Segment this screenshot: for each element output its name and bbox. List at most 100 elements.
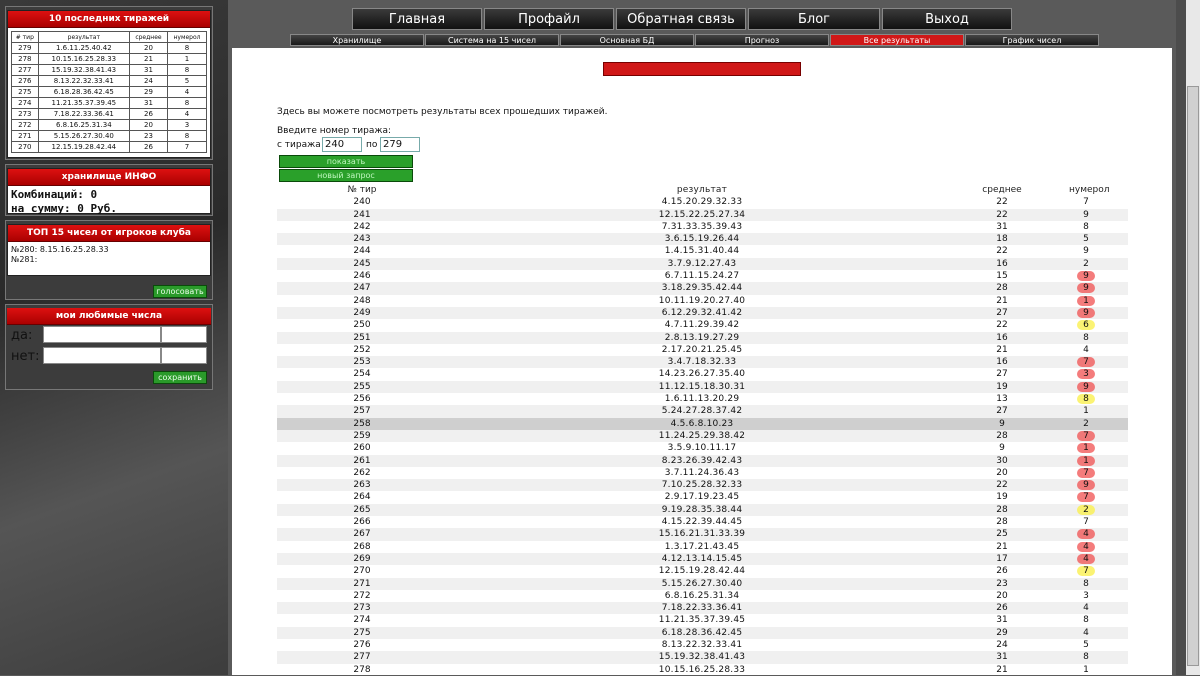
draw-result: 14.23.26.27.35.40 xyxy=(658,369,746,380)
last-draws-row: 273 7.18.22.33.36.41 26 4 xyxy=(11,108,208,120)
table-row[interactable]: 242 7.31.33.35.39.43 31 8 xyxy=(277,221,1128,233)
draw-number: 257 xyxy=(353,406,371,417)
top15-title: ТОП 15 чисел от игроков клуба xyxy=(8,225,210,242)
to-draw-input[interactable]: 279 xyxy=(380,137,420,152)
table-row[interactable]: 265 9.19.28.35.38.44 28 2 xyxy=(277,503,1128,517)
draw-result: 11.21.35.37.39.45 xyxy=(658,615,746,626)
table-row[interactable]: 269 4.12.13.14.15.45 17 4 xyxy=(277,552,1128,566)
table-row[interactable]: 278 10.15.16.25.28.33 21 1 xyxy=(277,664,1128,676)
table-row[interactable]: 245 3.7.9.12.27.43 16 2 xyxy=(277,257,1128,271)
page-scrollbar[interactable] xyxy=(1186,0,1200,675)
favorites-no-input-extra[interactable] xyxy=(161,347,207,364)
draw-numerology: 1 xyxy=(1069,442,1103,454)
draw-result: 7.10.25.28.32.33 xyxy=(661,480,743,491)
table-row[interactable]: 249 6.12.29.32.41.42 27 9 xyxy=(277,306,1128,320)
last-draws-table: # тир результат среднее нумерол 279 1.6.11.25… xyxy=(11,31,208,153)
draw-numerology: 4 xyxy=(1083,603,1089,614)
draw-number: 267 xyxy=(353,529,371,540)
tab-main-db[interactable]: Основная БД xyxy=(560,34,694,46)
table-row[interactable]: 257 5.24.27.28.37.42 27 1 xyxy=(277,405,1128,418)
table-row[interactable]: 262 3.7.11.24.36.43 20 7 xyxy=(277,467,1128,479)
last-draws-row: 270 12.15.19.28.42.44 26 7 xyxy=(11,141,208,153)
show-button[interactable]: показать xyxy=(279,155,413,168)
from-draw-input[interactable]: 240 xyxy=(322,137,362,152)
table-row[interactable]: 250 4.7.11.29.39.42 22 6 xyxy=(277,319,1128,331)
table-row[interactable]: 252 2.17.20.21.25.45 21 4 xyxy=(277,344,1128,356)
table-row[interactable]: 266 4.15.22.39.44.45 28 7 xyxy=(277,516,1128,528)
table-row[interactable]: 273 7.18.22.33.36.41 26 4 xyxy=(277,602,1128,615)
table-row[interactable]: 268 1.3.17.21.43.45 21 4 xyxy=(277,541,1128,553)
draw-number: 247 xyxy=(353,283,371,294)
draw-average: 31 xyxy=(996,652,1008,663)
table-row[interactable]: 240 4.15.20.29.32.33 22 7 xyxy=(277,196,1128,208)
favorites-yes-input[interactable] xyxy=(43,326,161,343)
table-row[interactable]: 270 12.15.19.28.42.44 26 7 xyxy=(277,565,1128,577)
storage-sum: на сумму: 0 Руб. xyxy=(11,202,117,215)
tab-system-15[interactable]: Система на 15 чисел xyxy=(425,34,559,46)
table-row[interactable]: 246 6.7.11.15.24.27 15 9 xyxy=(277,270,1128,282)
last-draws-cell: 21 xyxy=(128,53,168,65)
table-row[interactable]: 247 3.18.29.35.42.44 28 9 xyxy=(277,282,1128,295)
red-banner-link[interactable] xyxy=(603,62,801,76)
draw-result: 6.8.16.25.31.34 xyxy=(664,590,740,601)
draw-result: 4.12.13.14.15.45 xyxy=(661,553,743,564)
header-numerology: нумерол xyxy=(1069,185,1110,195)
favorites-no-input[interactable] xyxy=(43,347,161,364)
table-row[interactable]: 259 11.24.25.29.38.42 28 7 xyxy=(277,429,1128,443)
tab-forecast[interactable]: Прогноз xyxy=(695,34,829,46)
draw-result: 2.9.17.19.23.45 xyxy=(664,492,740,503)
draw-number: 259 xyxy=(353,430,371,441)
scrollbar-thumb[interactable] xyxy=(1187,86,1199,666)
table-row[interactable]: 248 10.11.19.20.27.40 21 1 xyxy=(277,295,1128,307)
favorites-yes-input-extra[interactable] xyxy=(161,326,207,343)
tab-all-results[interactable]: Все результаты xyxy=(830,34,964,46)
table-row[interactable]: 275 6.18.28.36.42.45 29 4 xyxy=(277,626,1128,639)
enter-draw-label: Введите номер тиража: xyxy=(277,126,391,136)
table-row[interactable]: 260 3.5.9.10.11.17 9 1 xyxy=(277,442,1128,454)
table-row[interactable]: 253 3.4.7.18.32.33 16 7 xyxy=(277,356,1128,369)
table-row[interactable]: 267 15.16.21.31.33.39 25 4 xyxy=(277,528,1128,541)
table-row[interactable]: 264 2.9.17.19.23.45 19 7 xyxy=(277,491,1128,503)
header-average: среднее xyxy=(982,185,1022,195)
nav-logout[interactable]: Выход xyxy=(882,8,1012,30)
draw-number: 241 xyxy=(353,209,371,220)
draw-numerology: 1 xyxy=(1069,455,1103,467)
table-row[interactable]: 244 1.4.15.31.40.44 22 9 xyxy=(277,245,1128,257)
table-row[interactable]: 254 14.23.26.27.35.40 27 3 xyxy=(277,368,1128,380)
nav-feedback[interactable]: Обратная связь xyxy=(616,8,746,30)
table-row[interactable]: 256 1.6.11.13.20.29 13 8 xyxy=(277,393,1128,405)
last-draws-cell: 10.15.16.25.28.33 xyxy=(37,53,130,65)
table-row[interactable]: 261 8.23.26.39.42.43 30 1 xyxy=(277,454,1128,467)
table-row[interactable]: 241 12.15.22.25.27.34 22 9 xyxy=(277,208,1128,221)
last-draws-row: 272 6.8.16.25.31.34 20 3 xyxy=(11,119,208,131)
highlight-mark: 7 xyxy=(1077,467,1095,478)
nav-blog[interactable]: Блог xyxy=(748,8,880,30)
table-row[interactable]: 243 3.6.15.19.26.44 18 5 xyxy=(277,233,1128,246)
draw-average: 21 xyxy=(996,664,1008,675)
table-row[interactable]: 263 7.10.25.28.32.33 22 9 xyxy=(277,479,1128,492)
tab-number-chart[interactable]: График чисел xyxy=(965,34,1099,46)
last-draws-header-cell: нумерол xyxy=(166,31,208,43)
table-row[interactable]: 277 15.19.32.38.41.43 31 8 xyxy=(277,651,1128,664)
save-favorites-button[interactable]: сохранить xyxy=(153,371,207,384)
table-row[interactable]: 251 2.8.13.19.27.29 16 8 xyxy=(277,331,1128,344)
table-row[interactable]: 276 8.13.22.32.33.41 24 5 xyxy=(277,639,1128,651)
draw-numerology: 9 xyxy=(1069,307,1103,319)
new-query-button[interactable]: новый запрос xyxy=(279,169,413,182)
nav-profile[interactable]: Профайл xyxy=(484,8,614,30)
highlight-mark: 7 xyxy=(1077,492,1095,503)
table-row[interactable]: 271 5.15.26.27.30.40 23 8 xyxy=(277,577,1128,590)
tab-storage[interactable]: Хранилище xyxy=(290,34,424,46)
draw-average: 22 xyxy=(996,480,1008,491)
table-row[interactable]: 258 4.5.6.8.10.23 9 2 xyxy=(277,417,1128,430)
last-draws-cell: 272 xyxy=(11,119,39,131)
table-row[interactable]: 274 11.21.35.37.39.45 31 8 xyxy=(277,614,1128,626)
draw-result: 12.15.22.25.27.34 xyxy=(658,209,746,220)
table-row[interactable]: 255 11.12.15.18.30.31 19 9 xyxy=(277,380,1128,394)
vote-button[interactable]: голосовать xyxy=(153,285,207,298)
table-row[interactable]: 272 6.8.16.25.31.34 20 3 xyxy=(277,590,1128,602)
last-draws-cell: 279 xyxy=(11,42,39,54)
nav-home[interactable]: Главная xyxy=(352,8,482,30)
draw-average: 27 xyxy=(996,307,1008,318)
draw-number: 276 xyxy=(353,639,371,650)
